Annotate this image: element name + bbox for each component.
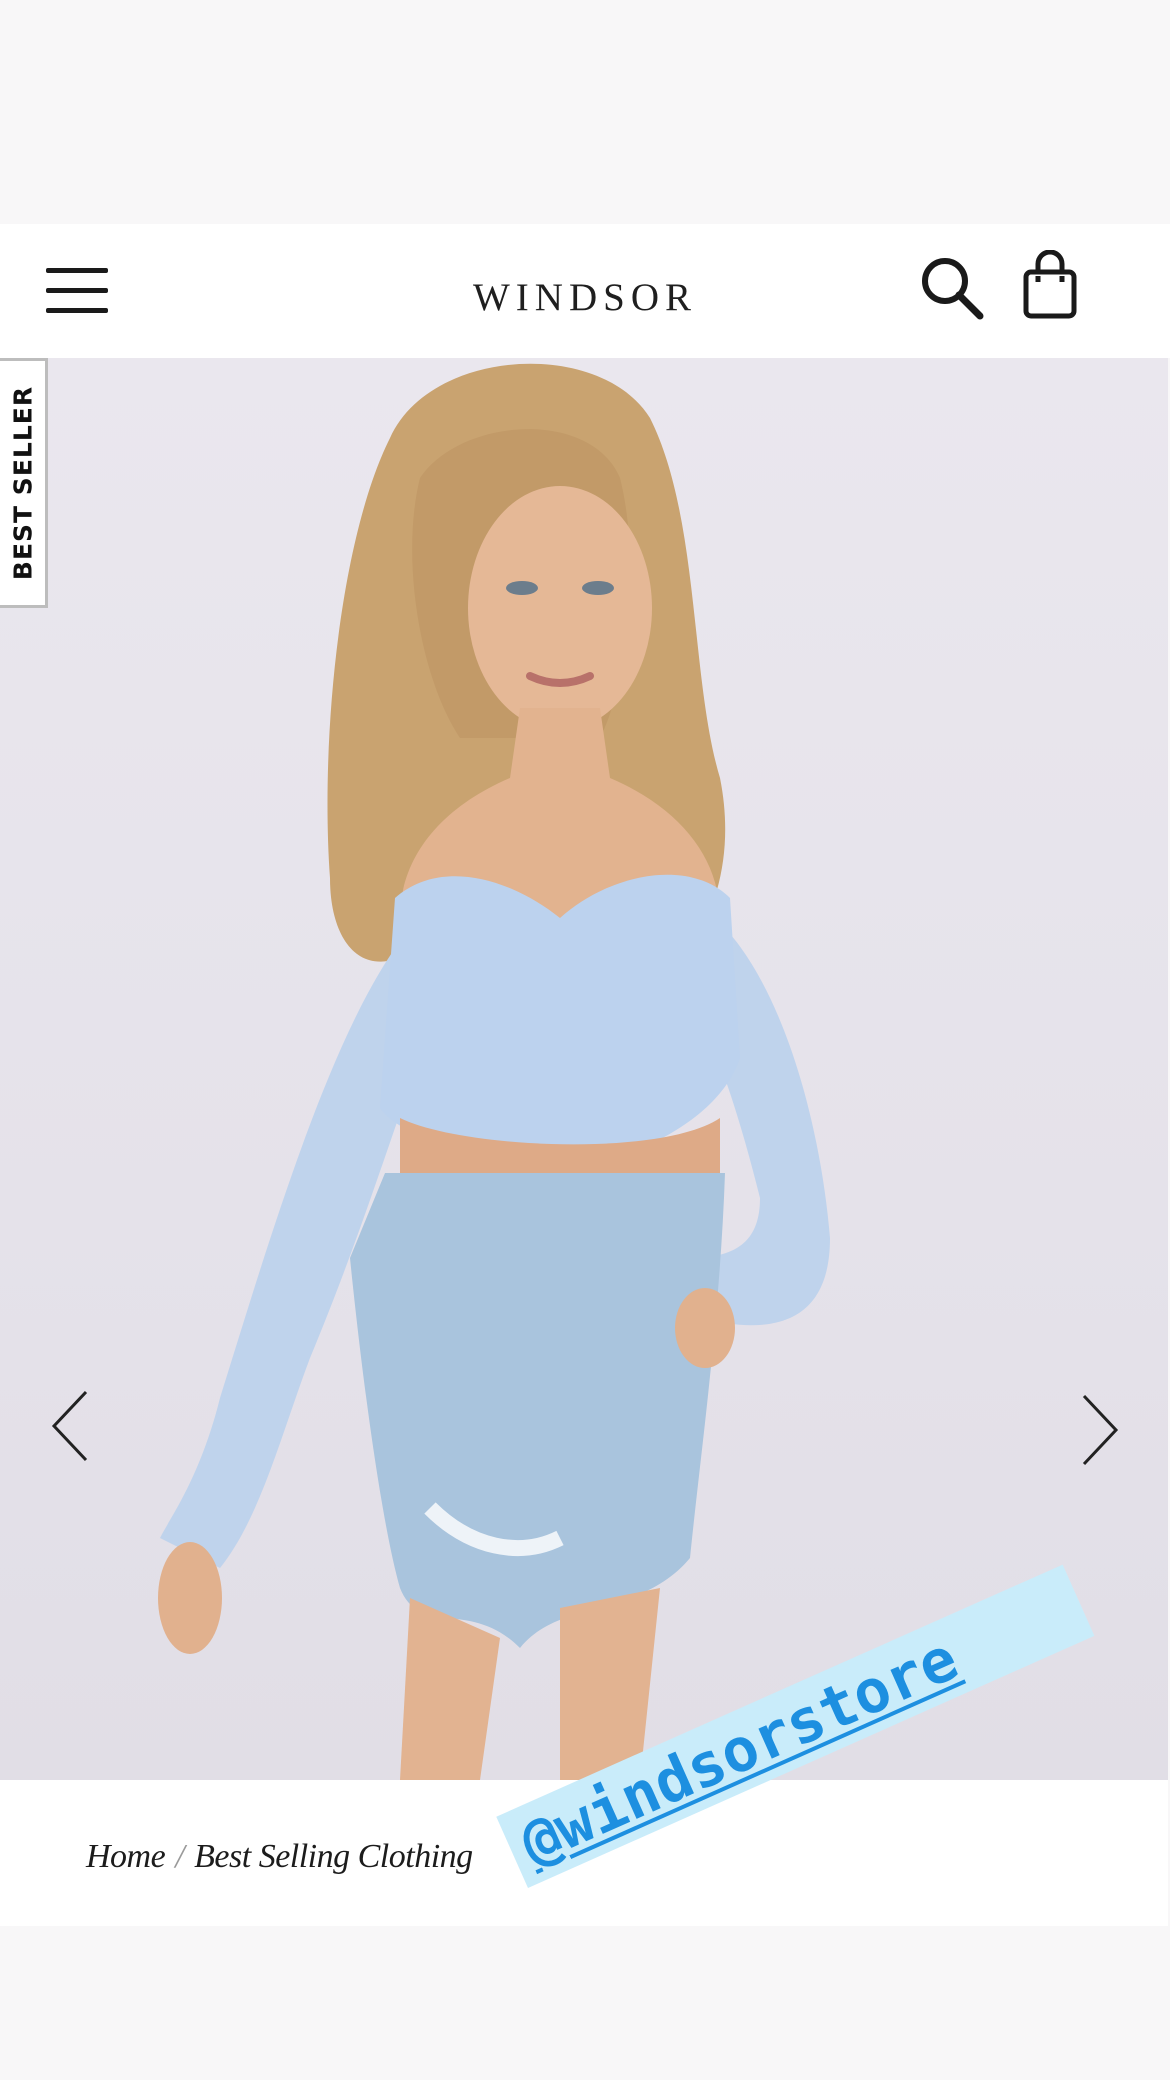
badge-label: BEST SELLER bbox=[8, 385, 37, 581]
chevron-left-icon bbox=[51, 1390, 88, 1462]
search-icon bbox=[922, 258, 984, 320]
previous-image-button[interactable] bbox=[46, 1386, 94, 1466]
breadcrumb-home-link[interactable]: Home bbox=[86, 1838, 166, 1875]
chevron-right-icon bbox=[1082, 1394, 1119, 1466]
breadcrumb: Home / Best Selling Clothing bbox=[86, 1838, 473, 1876]
breadcrumb-separator: / bbox=[175, 1838, 185, 1875]
shopping-bag-icon bbox=[1023, 249, 1077, 319]
best-seller-badge: BEST SELLER bbox=[0, 358, 48, 608]
product-image[interactable] bbox=[0, 358, 1168, 1780]
brand-logo[interactable]: WINDSOR bbox=[0, 260, 1170, 324]
cart-button[interactable] bbox=[1020, 249, 1080, 320]
next-image-button[interactable] bbox=[1076, 1390, 1124, 1470]
model-photo bbox=[158, 363, 830, 1780]
search-button[interactable] bbox=[918, 254, 984, 320]
breadcrumb-category-link[interactable]: Best Selling Clothing bbox=[194, 1838, 473, 1875]
site-header: WINDSOR bbox=[0, 224, 1170, 358]
